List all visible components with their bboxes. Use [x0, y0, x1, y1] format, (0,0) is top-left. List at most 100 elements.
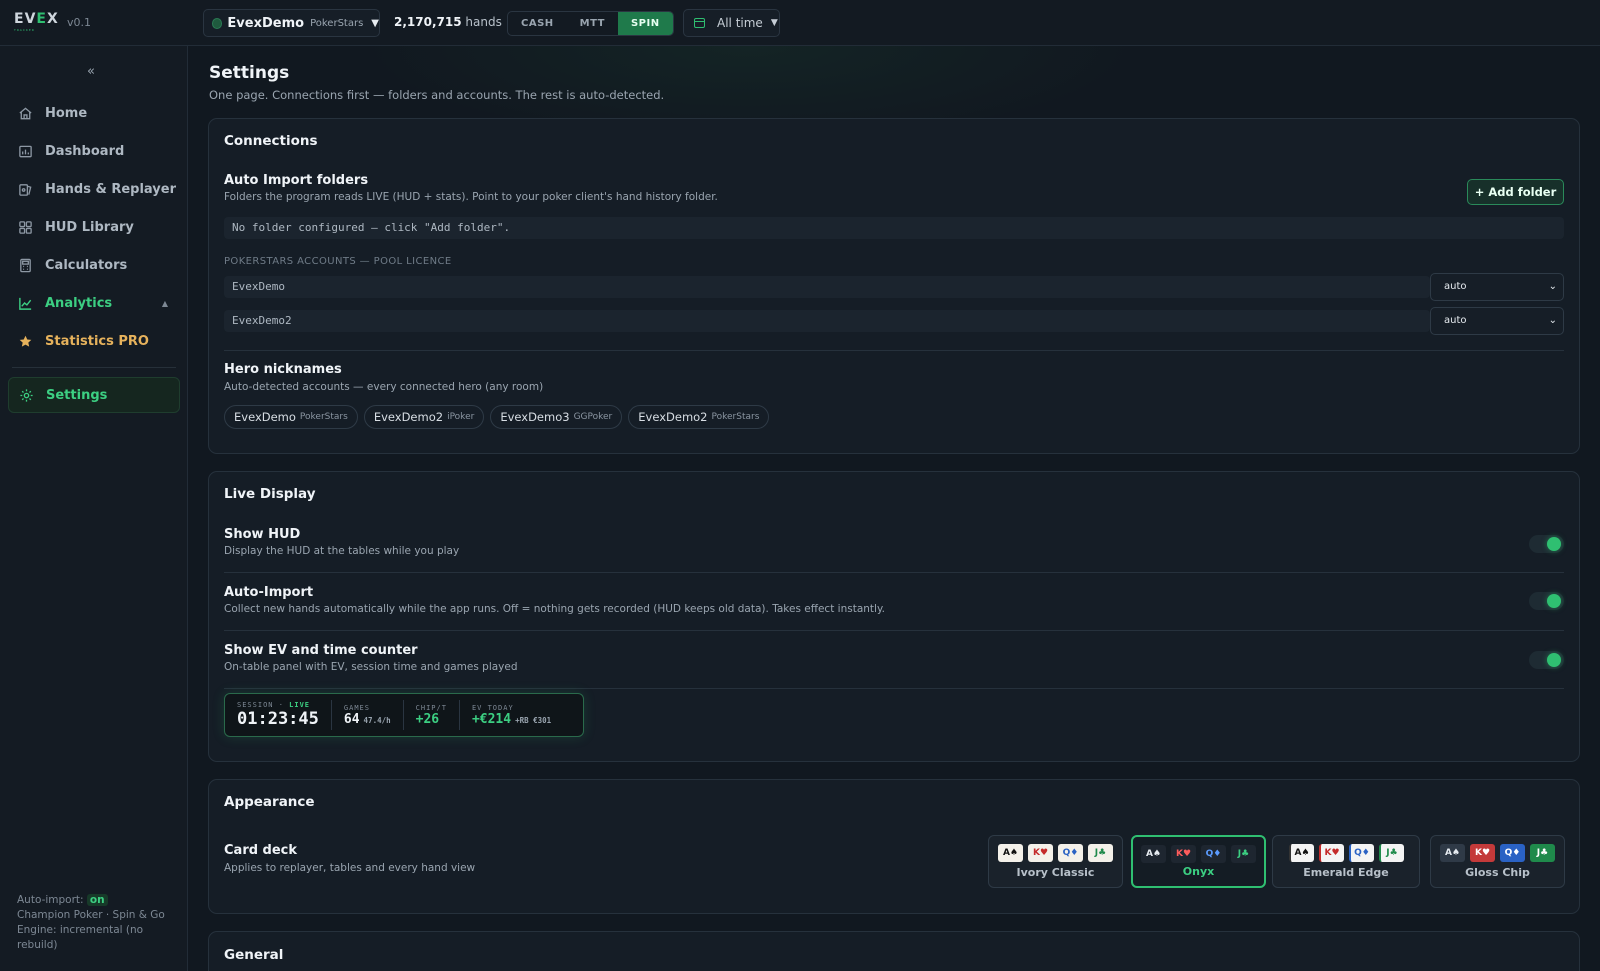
divider [224, 572, 1564, 573]
app-version: v0.1 [67, 16, 92, 29]
auto-import-toggle[interactable] [1529, 592, 1564, 610]
ev-today-cell: EV TODAY +€214 +RB €301 [471, 703, 552, 727]
divider [224, 688, 1564, 689]
sidebar-item-label: Hands & Replayer [45, 181, 177, 197]
live-display-card: Live Display Show HUD Display the HUD at… [208, 471, 1580, 762]
calculator-icon [18, 258, 33, 273]
calendar-icon [694, 18, 705, 28]
sidebar-item-label: Statistics PRO [45, 333, 149, 349]
collapse-sidebar-button[interactable]: « [87, 64, 95, 79]
sidebar-item-home[interactable]: Home [8, 96, 180, 130]
star-icon [18, 334, 33, 349]
game-type-cash[interactable]: CASH [508, 12, 567, 35]
ev-counter-toggle[interactable] [1529, 651, 1564, 669]
pokerstars-accounts-label: POKERSTARS ACCOUNTS — POOL LICENCE [224, 256, 452, 267]
general-card: General [208, 931, 1580, 971]
show-hud-desc: Display the HUD at the tables while you … [224, 545, 460, 557]
account-mode-select[interactable]: auto ⌄ [1430, 307, 1564, 335]
account-selector[interactable]: EvexDemo PokerStars ▼ [203, 9, 380, 37]
games-cell: GAMES 64 47.4/h [332, 700, 404, 730]
auto-import-title: Auto-Import [224, 585, 314, 600]
sidebar-item-label: Dashboard [45, 143, 125, 159]
sidebar: « Home Dashboard Hands & Replayer HUD Li… [0, 46, 188, 971]
hero-chip[interactable]: EvexDemo2 iPoker [363, 405, 485, 429]
sidebar-item-settings[interactable]: Settings [8, 377, 180, 413]
time-filter-label: All time [717, 16, 763, 30]
deck-gloss-chip[interactable]: A♠ K♥ Q♦ J♣ Gloss Chip [1430, 835, 1565, 888]
card-deck-title: Card deck [224, 843, 298, 858]
sidebar-item-hud-library[interactable]: HUD Library [8, 210, 180, 244]
page-title: Settings [209, 63, 290, 83]
account-room: PokerStars [310, 17, 364, 29]
sidebar-item-calculators[interactable]: Calculators [8, 248, 180, 282]
auto-import-folders-desc: Folders the program reads LIVE (HUD + st… [224, 191, 718, 203]
auto-import-folders-title: Auto Import folders [224, 173, 369, 188]
chevron-down-icon: ⌄ [1548, 281, 1557, 292]
ev-counter-title: Show EV and time counter [224, 643, 418, 658]
games-count: 64 [343, 711, 360, 727]
appearance-card: Appearance Card deck Applies to replayer… [208, 779, 1580, 914]
session-cell: SESSION · LIVE 01:23:45 [225, 700, 332, 730]
sidebar-item-statistics-pro[interactable]: Statistics PRO [8, 324, 180, 358]
hands-count: 2,170,715 hands [394, 15, 502, 29]
live-display-title: Live Display [224, 486, 316, 502]
dashboard-icon [18, 144, 33, 159]
app-logo[interactable]: EVEX TRACKER [14, 12, 58, 34]
sidebar-item-label: Settings [46, 387, 108, 403]
sidebar-item-label: Calculators [45, 257, 128, 273]
chevron-down-icon: ▼ [371, 17, 379, 29]
hud-library-icon [18, 220, 33, 235]
chevron-down-icon: ⌄ [1548, 315, 1557, 326]
divider [224, 630, 1564, 631]
game-type-mtt[interactable]: MTT [567, 12, 618, 35]
connections-card: Connections Auto Import folders Folders … [208, 118, 1580, 454]
auto-import-desc: Collect new hands automatically while th… [224, 603, 885, 615]
chevron-up-icon: ▲ [161, 298, 168, 308]
main-content: Settings One page. Connections first — f… [189, 46, 1600, 971]
account-row-evexdemo: EvexDemo [224, 276, 1430, 298]
general-title: General [224, 947, 284, 963]
account-mode-select[interactable]: auto ⌄ [1430, 273, 1564, 301]
chipt-value: +26 [415, 711, 440, 727]
home-icon [18, 106, 33, 121]
hero-nicknames-desc: Auto-detected accounts — every connected… [224, 381, 544, 393]
connections-title: Connections [224, 133, 318, 149]
hero-chip[interactable]: EvexDemo2 PokerStars [628, 405, 770, 429]
ev-counter-desc: On-table panel with EV, session time and… [224, 661, 518, 673]
hero-chip[interactable]: EvexDemo PokerStars [224, 405, 358, 429]
chipt-cell: CHIP/T +26 [404, 700, 460, 730]
session-time: 01:23:45 [237, 709, 319, 729]
deck-ivory-classic[interactable]: A♠ K♥ Q♦ J♣ Ivory Classic [988, 835, 1123, 888]
analytics-icon [18, 296, 33, 311]
ev-counter-preview: SESSION · LIVE 01:23:45 GAMES 64 47.4/h C… [224, 693, 584, 737]
sidebar-item-hands-replayer[interactable]: Hands & Replayer [8, 172, 180, 206]
hands-icon [18, 182, 33, 197]
time-filter[interactable]: All time ▼ [683, 9, 780, 37]
ev-today-value: +€214 [471, 711, 512, 727]
card-deck-desc: Applies to replayer, tables and every ha… [224, 862, 476, 874]
sidebar-divider [12, 367, 176, 368]
hero-chips: EvexDemo PokerStars EvexDemo2 iPoker EvexD… [224, 405, 770, 429]
show-hud-title: Show HUD [224, 527, 301, 542]
account-row-evexdemo2: EvexDemo2 [224, 310, 1430, 332]
sidebar-item-label: Analytics [45, 295, 113, 311]
appearance-title: Appearance [224, 794, 315, 810]
page-subtitle: One page. Connections first — folders an… [209, 88, 665, 102]
show-hud-toggle[interactable] [1529, 535, 1564, 553]
deck-emerald-edge[interactable]: A♠ K♥ Q♦ J♣ Emerald Edge [1272, 835, 1420, 888]
hero-nicknames-title: Hero nicknames [224, 362, 342, 377]
top-bar: EVEX TRACKER v0.1 EvexDemo PokerStars ▼ … [0, 0, 1600, 46]
sidebar-item-analytics[interactable]: Analytics ▲ [8, 286, 180, 320]
game-type-spin[interactable]: SPIN [617, 12, 673, 35]
sidebar-item-dashboard[interactable]: Dashboard [8, 134, 180, 168]
deck-onyx[interactable]: A♠ K♥ Q♦ J♣ Onyx [1131, 835, 1266, 888]
game-type-switch: CASH MTT SPIN [507, 11, 674, 36]
sidebar-item-label: HUD Library [45, 219, 134, 235]
account-status-dot [212, 17, 223, 29]
sidebar-item-label: Home [45, 105, 88, 121]
sidebar-status: Auto-import: on Champion Poker · Spin & … [17, 894, 165, 951]
folder-list-empty: No folder configured — click "Add folder… [224, 217, 1564, 239]
add-folder-button[interactable]: + Add folder [1467, 179, 1564, 205]
auto-import-status-badge: on [86, 894, 108, 906]
hero-chip[interactable]: EvexDemo3 GGPoker [490, 405, 623, 429]
